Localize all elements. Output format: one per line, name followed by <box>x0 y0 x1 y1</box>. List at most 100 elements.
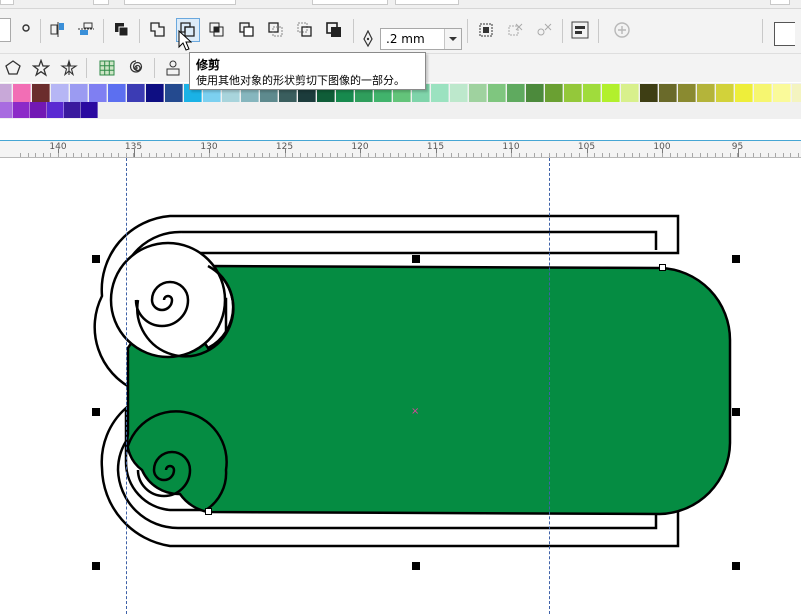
color-swatch[interactable] <box>583 84 601 102</box>
ruler-minor-tick <box>685 153 686 157</box>
ruler-minor-tick <box>632 153 633 157</box>
color-swatch[interactable] <box>640 84 658 102</box>
align-objects-button[interactable] <box>46 18 70 42</box>
star-icon[interactable] <box>32 59 50 77</box>
horizontal-ruler[interactable]: 140 135 130 125 120 115 110 105 100 95 <box>0 141 801 158</box>
outline-width-field[interactable]: .2 mm <box>380 28 462 50</box>
selection-handle-bottom-middle[interactable] <box>412 562 420 570</box>
drawing-canvas[interactable] <box>0 158 801 614</box>
back-minus-front-button[interactable] <box>293 18 317 42</box>
align-distribute-button[interactable] <box>568 18 592 42</box>
color-swatch[interactable] <box>30 102 47 118</box>
toolbar-field-edge <box>0 0 14 5</box>
outline-width-dropdown[interactable] <box>444 29 461 49</box>
selection-handle-top-left[interactable] <box>92 255 100 263</box>
spiral-icon[interactable] <box>127 59 145 77</box>
color-swatch[interactable] <box>697 84 715 102</box>
ruler-minor-tick <box>239 153 240 157</box>
ruler-minor-tick <box>790 153 791 157</box>
node-tool-icon-button[interactable] <box>14 18 38 42</box>
simplify-button[interactable] <box>235 18 259 42</box>
ungroup-button[interactable] <box>503 18 527 42</box>
color-swatch[interactable] <box>678 84 696 102</box>
add-preset-button[interactable] <box>610 18 634 42</box>
weld-icon <box>150 22 165 37</box>
color-swatch[interactable] <box>146 84 164 102</box>
path-node[interactable] <box>659 264 666 271</box>
vertical-guideline[interactable] <box>126 158 127 614</box>
front-minus-back-button[interactable] <box>264 18 288 42</box>
combine-button[interactable] <box>110 18 134 42</box>
vertical-guideline[interactable] <box>549 158 550 614</box>
color-swatch[interactable] <box>602 84 620 102</box>
color-swatch[interactable] <box>469 84 487 102</box>
color-swatch[interactable] <box>0 102 13 118</box>
ruler-minor-tick <box>28 153 29 157</box>
color-swatch[interactable] <box>13 102 30 118</box>
basic-shapes-icon[interactable] <box>164 59 182 77</box>
arrange-objects-button[interactable] <box>74 18 98 42</box>
selection-handle-top-right[interactable] <box>732 255 740 263</box>
selection-handle-bottom-left[interactable] <box>92 562 100 570</box>
ruler-minor-tick <box>43 153 44 157</box>
color-swatch[interactable] <box>792 84 801 102</box>
polygon-icon[interactable] <box>4 59 22 77</box>
complex-star-icon[interactable] <box>60 59 78 77</box>
ruler-minor-tick <box>133 153 134 157</box>
corel-draw-window: .2 mm 修剪 使用其他对象的形状剪切下图像的一部分。 140 135 130… <box>0 0 801 614</box>
color-swatch[interactable] <box>754 84 772 102</box>
selection-handle-bottom-right[interactable] <box>732 562 740 570</box>
ruler-minor-tick <box>337 153 338 157</box>
color-swatch[interactable] <box>47 102 64 118</box>
color-swatch[interactable] <box>70 84 88 102</box>
color-swatch[interactable] <box>89 84 107 102</box>
boundary-icon <box>326 22 341 37</box>
color-swatch[interactable] <box>659 84 677 102</box>
page-icon-button[interactable] <box>774 22 795 46</box>
ruler-minor-tick <box>20 153 21 157</box>
group-button[interactable] <box>474 18 498 42</box>
color-swatch[interactable] <box>64 102 81 118</box>
color-swatch[interactable] <box>488 84 506 102</box>
toolbar-separator <box>562 19 563 43</box>
color-swatch[interactable] <box>127 84 145 102</box>
color-swatch[interactable] <box>507 84 525 102</box>
color-swatch[interactable] <box>81 102 98 118</box>
object-size-field[interactable] <box>0 18 11 42</box>
color-swatch[interactable] <box>0 84 12 102</box>
color-swatch[interactable] <box>716 84 734 102</box>
property-bar: .2 mm <box>0 9 801 54</box>
ruler-minor-tick <box>66 153 67 157</box>
color-swatch[interactable] <box>621 84 639 102</box>
pen-nib-icon <box>363 30 373 48</box>
ungroup-all-button[interactable] <box>532 18 556 42</box>
selection-handle-middle-right[interactable] <box>732 408 740 416</box>
ruler-minor-tick <box>526 153 527 157</box>
ruler-minor-tick <box>473 153 474 157</box>
ruler-minor-tick <box>322 153 323 157</box>
simplify-icon <box>239 22 254 37</box>
ruler-minor-tick <box>458 153 459 157</box>
selection-handle-middle-left[interactable] <box>92 408 100 416</box>
color-swatch[interactable] <box>165 84 183 102</box>
selection-handle-top-middle[interactable] <box>412 255 420 263</box>
ruler-minor-tick <box>118 153 119 157</box>
color-swatch[interactable] <box>51 84 69 102</box>
ruler-minor-tick <box>164 153 165 157</box>
mouse-cursor-icon <box>178 30 192 51</box>
color-swatch[interactable] <box>431 84 449 102</box>
color-swatch[interactable] <box>108 84 126 102</box>
create-boundary-button[interactable] <box>322 18 346 42</box>
graph-paper-icon[interactable] <box>98 59 116 77</box>
intersect-button[interactable] <box>205 18 229 42</box>
color-swatch[interactable] <box>526 84 544 102</box>
color-swatch[interactable] <box>564 84 582 102</box>
color-swatch[interactable] <box>32 84 50 102</box>
color-swatch[interactable] <box>450 84 468 102</box>
weld-button[interactable] <box>146 18 170 42</box>
color-swatch[interactable] <box>735 84 753 102</box>
color-swatch[interactable] <box>773 84 791 102</box>
color-swatch[interactable] <box>13 84 31 102</box>
path-node[interactable] <box>205 508 212 515</box>
color-swatch[interactable] <box>545 84 563 102</box>
